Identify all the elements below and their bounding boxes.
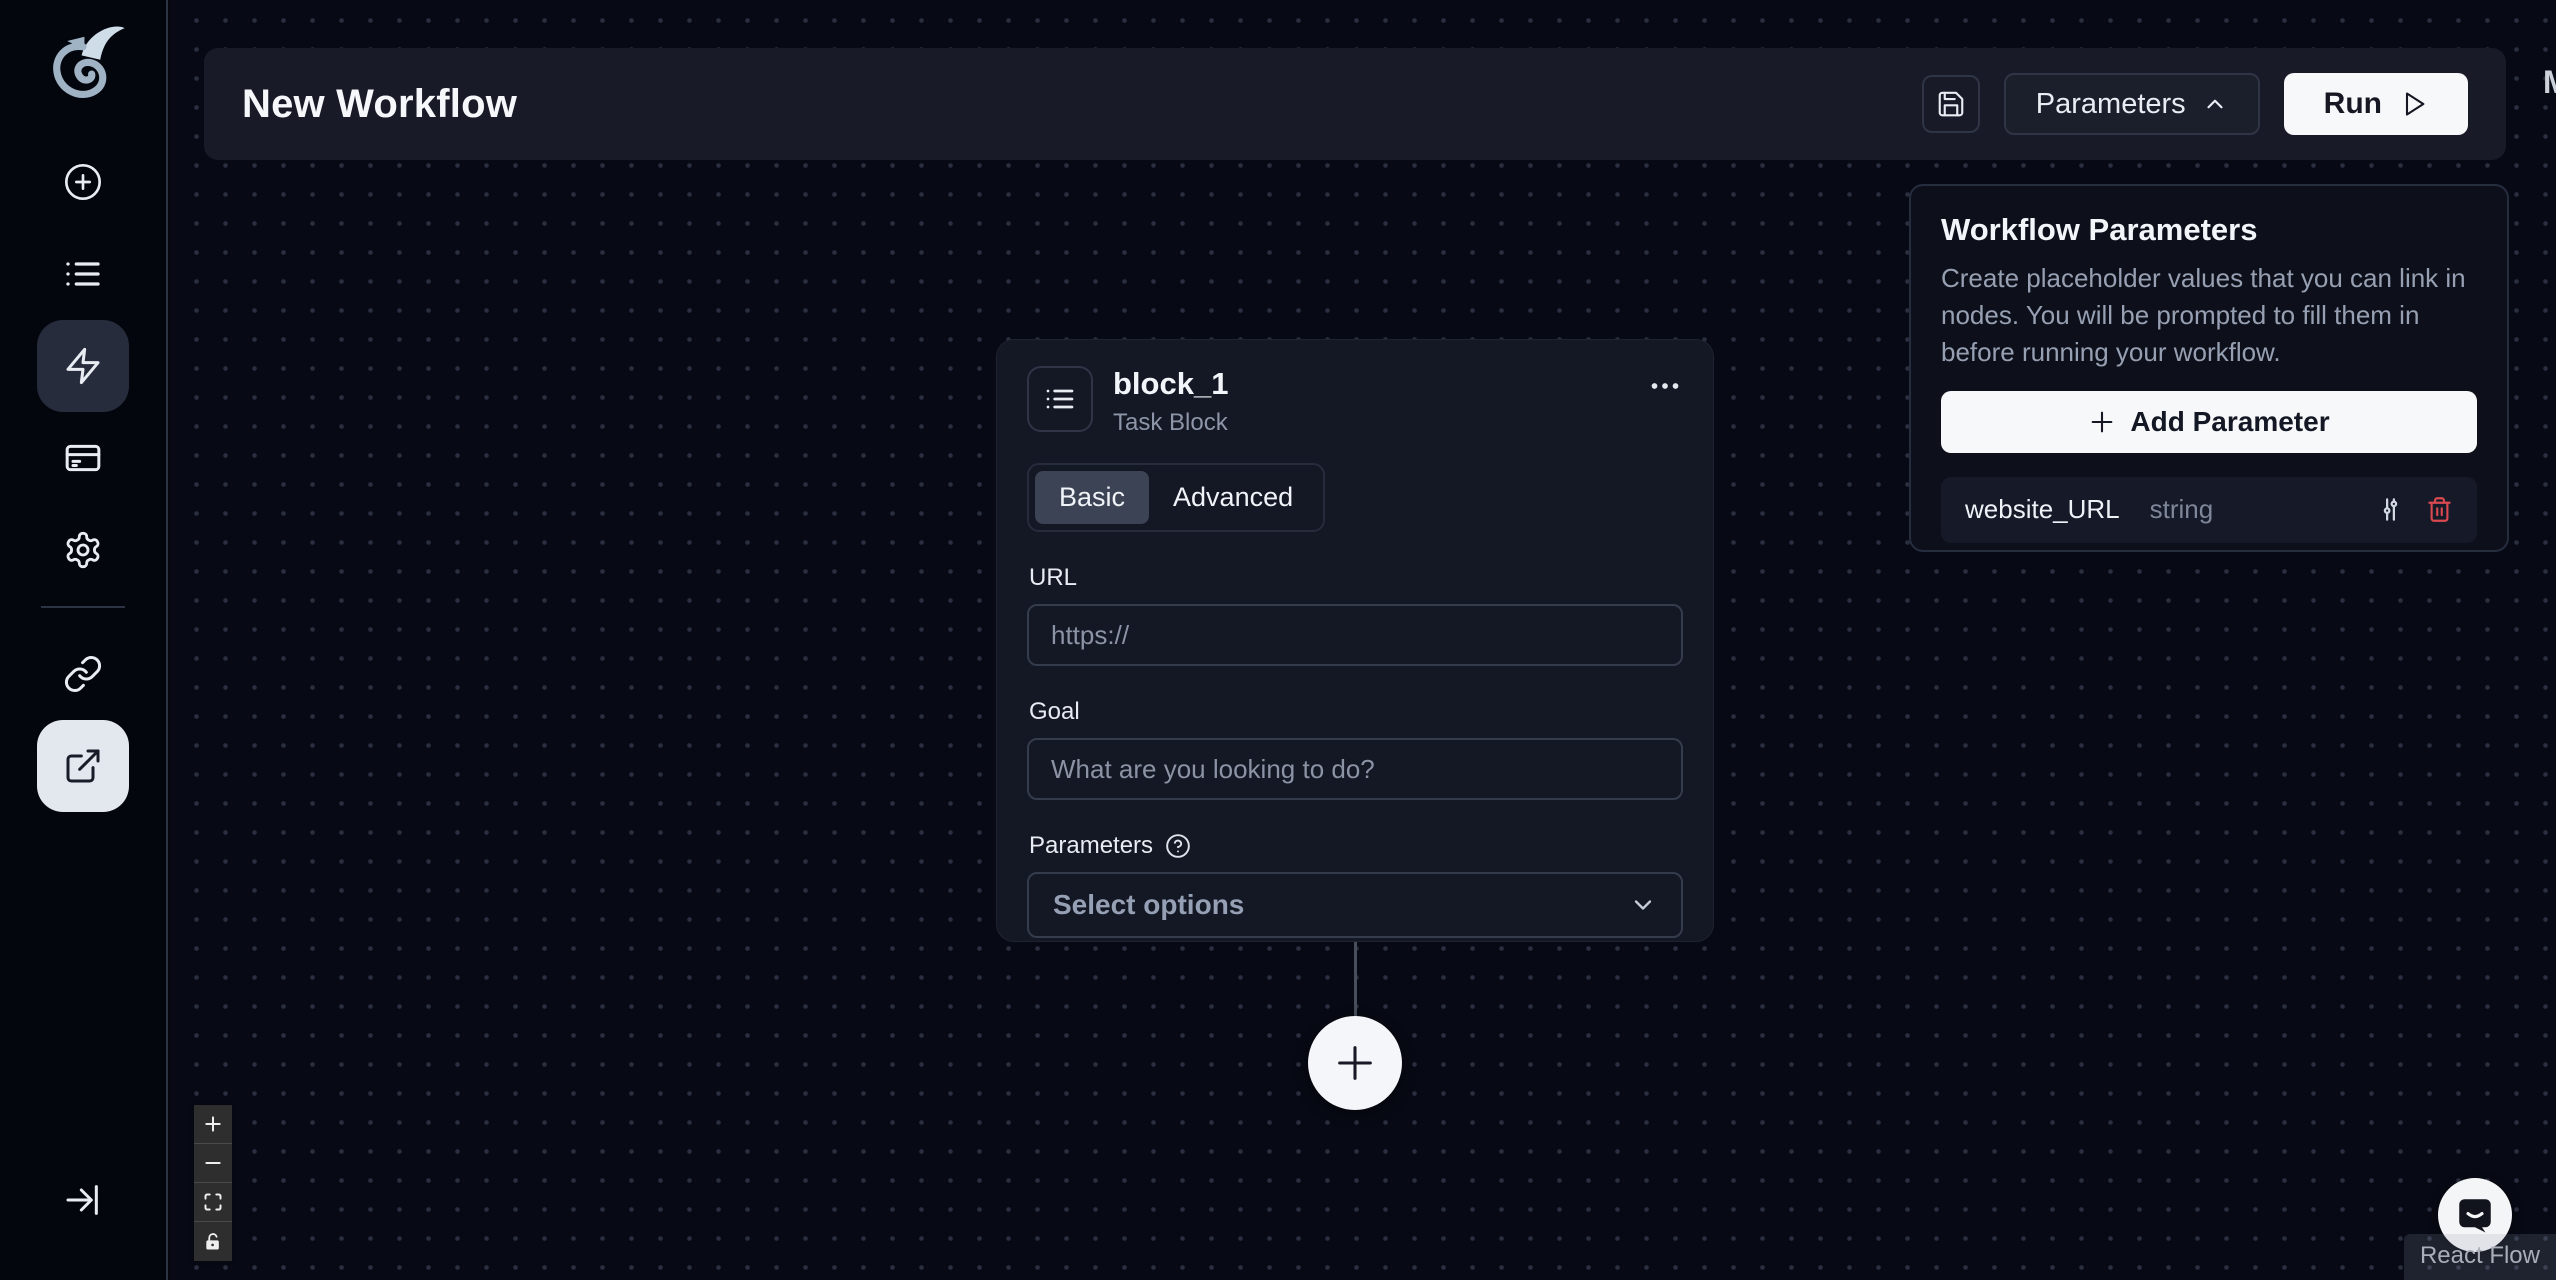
canvas-controls bbox=[194, 1105, 232, 1261]
parameters-field-label: Parameters bbox=[1029, 832, 1683, 860]
save-button[interactable] bbox=[1921, 75, 1980, 133]
add-block-button[interactable] bbox=[1308, 1016, 1402, 1110]
plus-icon bbox=[2088, 408, 2116, 436]
task-block-node[interactable]: block_1 Task Block Basic Advanced URL Go… bbox=[996, 339, 1714, 942]
parameters-button-label: Parameters bbox=[2035, 87, 2186, 120]
plus-icon bbox=[1332, 1040, 1378, 1086]
block-mode-tabs: Basic Advanced bbox=[1027, 463, 1326, 532]
parameters-select[interactable]: Select options bbox=[1027, 872, 1683, 938]
save-icon bbox=[1936, 89, 1966, 119]
sidebar-item-link[interactable] bbox=[37, 628, 129, 720]
gear-icon bbox=[63, 530, 103, 570]
add-parameter-label: Add Parameter bbox=[2130, 405, 2330, 437]
chevron-up-icon bbox=[2202, 91, 2228, 117]
fit-view-button[interactable] bbox=[194, 1183, 232, 1222]
task-block-icon-box bbox=[1027, 366, 1093, 432]
block-subtitle: Task Block bbox=[1113, 409, 1228, 436]
lock-button[interactable] bbox=[194, 1222, 232, 1261]
workflow-header: New Workflow Parameters Run bbox=[204, 48, 2506, 160]
arrow-right-to-line-icon bbox=[63, 1180, 103, 1220]
play-icon bbox=[2400, 90, 2428, 118]
list-icon bbox=[1044, 383, 1076, 415]
sidebar-item-create[interactable] bbox=[37, 136, 129, 228]
workflow-parameters-panel: Workflow Parameters Create placeholder v… bbox=[1909, 184, 2509, 552]
sidebar-divider bbox=[41, 606, 125, 608]
parameter-actions bbox=[2377, 496, 2453, 523]
goal-input[interactable] bbox=[1027, 738, 1683, 800]
url-field-label: URL bbox=[1029, 564, 1078, 591]
sidebar-item-settings[interactable] bbox=[37, 504, 129, 596]
lightning-icon bbox=[63, 346, 103, 386]
run-button[interactable]: Run bbox=[2283, 73, 2468, 135]
sidebar-item-external[interactable] bbox=[37, 720, 129, 812]
header-actions: Parameters Run bbox=[1921, 73, 2468, 135]
tab-advanced[interactable]: Advanced bbox=[1149, 471, 1317, 524]
list-icon bbox=[63, 254, 103, 294]
fit-view-icon bbox=[203, 1192, 223, 1212]
task-block-titles: block_1 Task Block bbox=[1113, 366, 1228, 437]
sidebar-item-runs[interactable] bbox=[37, 228, 129, 320]
parameter-row: website_URL string bbox=[1941, 476, 2477, 543]
parameters-select-value: Select options bbox=[1053, 889, 1245, 920]
node-edge bbox=[1354, 942, 1357, 1018]
link-icon bbox=[63, 654, 103, 694]
parameter-type: string bbox=[2149, 494, 2214, 525]
block-menu-button[interactable] bbox=[1647, 366, 1683, 404]
trash-icon[interactable] bbox=[2426, 496, 2453, 523]
run-button-label: Run bbox=[2323, 87, 2382, 120]
parameters-toggle-button[interactable]: Parameters bbox=[2003, 73, 2260, 135]
zoom-out-icon bbox=[203, 1153, 223, 1173]
sidebar-item-workflows[interactable] bbox=[37, 320, 129, 412]
lock-icon bbox=[203, 1232, 223, 1252]
panel-title: Workflow Parameters bbox=[1941, 212, 2258, 247]
clipped-edge-text: M bbox=[2543, 64, 2556, 101]
card-icon bbox=[63, 438, 103, 478]
react-flow-attribution[interactable]: React Flow bbox=[2403, 1234, 2556, 1280]
panel-description: Create placeholder values that you can l… bbox=[1941, 263, 2466, 367]
external-link-icon bbox=[63, 746, 103, 786]
workflow-canvas[interactable]: New Workflow Parameters Run block_1 Task… bbox=[170, 0, 2556, 1280]
dragon-logo bbox=[37, 18, 129, 110]
tab-basic[interactable]: Basic bbox=[1035, 471, 1150, 524]
goal-field-label: Goal bbox=[1029, 698, 1080, 725]
sidebar bbox=[0, 0, 168, 1280]
task-block-header: block_1 Task Block bbox=[1027, 366, 1683, 437]
zoom-in-icon bbox=[203, 1114, 223, 1134]
add-parameter-button[interactable]: Add Parameter bbox=[1941, 390, 2477, 453]
block-title: block_1 bbox=[1113, 366, 1229, 401]
chat-bubble-icon bbox=[2454, 1194, 2496, 1236]
parameter-name: website_URL bbox=[1965, 494, 2120, 525]
page-title: New Workflow bbox=[242, 81, 518, 126]
sidebar-item-browser[interactable] bbox=[37, 412, 129, 504]
zoom-out-button[interactable] bbox=[194, 1144, 232, 1183]
chevron-down-icon bbox=[1629, 891, 1657, 919]
parameters-label-text: Parameters bbox=[1029, 832, 1154, 859]
help-circle-icon[interactable] bbox=[1165, 833, 1191, 859]
sliders-icon[interactable] bbox=[2377, 496, 2404, 523]
url-input[interactable] bbox=[1027, 604, 1683, 666]
sidebar-collapse-button[interactable] bbox=[37, 1154, 129, 1246]
ellipsis-icon bbox=[1647, 368, 1683, 404]
zoom-in-button[interactable] bbox=[194, 1105, 232, 1144]
plus-circle-icon bbox=[63, 162, 103, 202]
